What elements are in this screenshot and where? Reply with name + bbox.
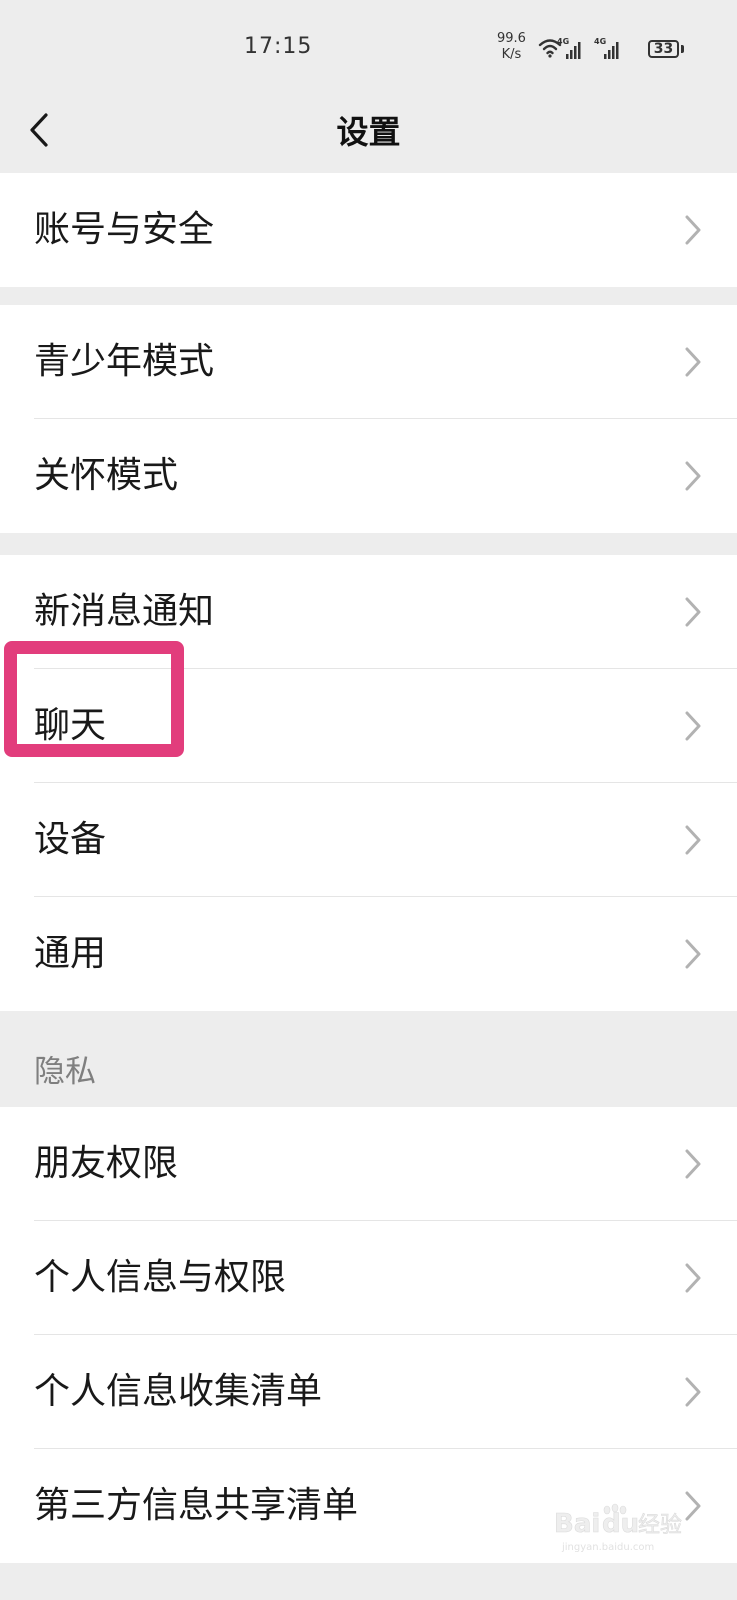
network-speed: 99.6 K/s	[497, 31, 526, 63]
settings-item-label: 第三方信息共享清单	[34, 1485, 359, 1526]
settings-item-label: 个人信息与权限	[34, 1257, 287, 1298]
signal-4g-icon: 4G	[594, 37, 619, 59]
settings-item-label: 聊天	[34, 705, 107, 746]
watermark-brand: Bai	[554, 1509, 600, 1539]
watermark-domain: jingyan.baidu.com	[561, 1542, 654, 1553]
signal-label-1: 4G	[557, 37, 569, 46]
section-header-label: 隐私	[34, 1054, 96, 1090]
battery-tip	[681, 45, 684, 53]
settings-item-label: 新消息通知	[34, 591, 215, 632]
baidu-jingyan-watermark: Bai du 经验 jingyan.baidu.com	[554, 1503, 682, 1553]
navigation-bar: 设置	[0, 95, 737, 173]
status-time: 17:15	[244, 34, 313, 59]
settings-item-teen-mode[interactable]: 青少年模式	[0, 305, 737, 419]
settings-group-account: 账号与安全	[0, 173, 737, 287]
watermark-cn: 经验	[638, 1513, 682, 1538]
network-speed-unit: K/s	[501, 47, 522, 62]
settings-item-friend-permissions[interactable]: 朋友权限	[0, 1107, 737, 1221]
status-bar: 17:15 99.6 K/s 4G 4G 33	[0, 0, 737, 95]
settings-group-privacy: 朋友权限 个人信息与权限 个人信息收集清单 第三方信息共享清单	[0, 1107, 737, 1563]
page-title: 设置	[336, 113, 401, 151]
settings-item-label: 个人信息收集清单	[34, 1371, 323, 1412]
settings-item-chat[interactable]: 聊天	[0, 669, 737, 783]
chevron-right-icon	[685, 1263, 701, 1293]
chevron-right-icon	[685, 711, 701, 741]
settings-item-account-security[interactable]: 账号与安全	[0, 173, 737, 287]
watermark-brand-suffix: du	[602, 1509, 639, 1539]
section-header-privacy: 隐私	[0, 1015, 737, 1107]
chevron-right-icon	[685, 347, 701, 377]
chevron-right-icon	[685, 215, 701, 245]
settings-item-general[interactable]: 通用	[0, 897, 737, 1011]
chevron-right-icon	[685, 825, 701, 855]
settings-item-label: 通用	[34, 933, 107, 974]
settings-item-label: 账号与安全	[34, 209, 215, 250]
settings-item-devices[interactable]: 设备	[0, 783, 737, 897]
chevron-right-icon	[685, 939, 701, 969]
chevron-right-icon	[685, 1377, 701, 1407]
settings-item-label: 朋友权限	[34, 1143, 179, 1184]
chevron-right-icon	[685, 1149, 701, 1179]
battery-icon: 33	[648, 40, 679, 58]
settings-item-label: 关怀模式	[34, 455, 179, 496]
signal-4g-icon: 4G	[557, 37, 581, 59]
chevron-right-icon	[685, 597, 701, 627]
signal-icons: 4G 4G	[538, 37, 619, 59]
settings-item-label: 青少年模式	[34, 341, 215, 382]
settings-item-label: 设备	[34, 819, 107, 860]
settings-item-personal-info-permissions[interactable]: 个人信息与权限	[0, 1221, 737, 1335]
settings-group-modes: 青少年模式 关怀模式	[0, 305, 737, 533]
settings-item-notifications[interactable]: 新消息通知	[0, 555, 737, 669]
network-speed-value: 99.6	[497, 31, 526, 46]
settings-item-care-mode[interactable]: 关怀模式	[0, 419, 737, 533]
signal-label-2: 4G	[594, 37, 606, 46]
settings-item-info-collection-list[interactable]: 个人信息收集清单	[0, 1335, 737, 1449]
chevron-right-icon	[685, 461, 701, 491]
settings-group-general: 新消息通知 聊天 设备 通用	[0, 555, 737, 1011]
